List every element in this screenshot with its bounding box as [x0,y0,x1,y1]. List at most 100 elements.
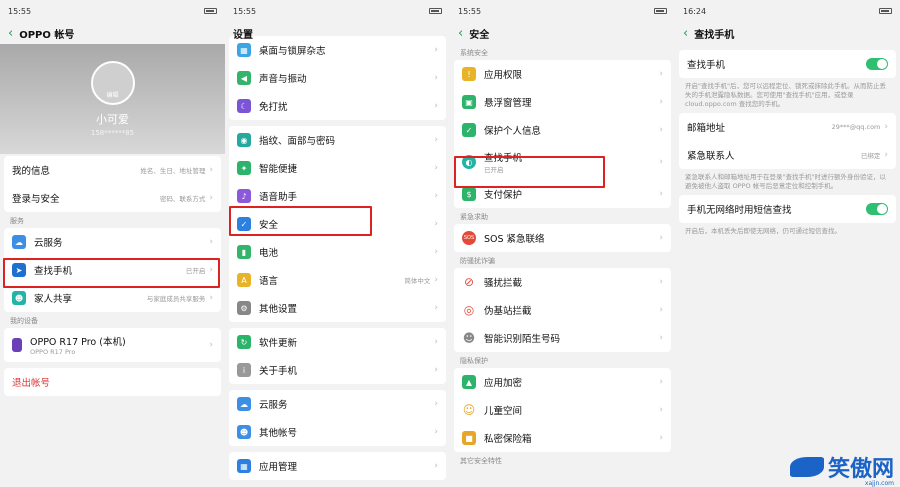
find-phone-toggle[interactable] [866,58,888,70]
row-app-permission[interactable]: ! 应用权限 › [454,60,671,88]
logout-button[interactable]: 退出帐号 [4,368,221,396]
row-my-info[interactable]: 我的信息 姓名、生日、地址管理 › [4,156,221,184]
watermark-url: xajjn.com [864,480,894,487]
avatar-edit-label[interactable]: 编辑 [106,90,118,99]
row-language[interactable]: A 语言 简体中文 › [229,266,446,294]
payment-shield-icon: $ [462,187,476,201]
highlight-box [229,206,372,236]
row-emergency-contact[interactable]: 紧急联系人 已绑定 › [679,141,896,169]
title-bar: ‹ 安全 [450,22,675,44]
row-fingerprint[interactable]: ◉ 指纹、面部与密码 › [229,126,446,154]
row-family[interactable]: ☻ 家人共享 与家庭成员共享服务 › [4,284,221,312]
device-name: OPPO R17 Pro (本机) [30,337,126,348]
person-icon: ☻ [462,331,476,345]
chevron-right-icon: › [434,337,438,347]
speaker-icon: ◀ [237,71,251,85]
back-icon[interactable]: ‹ [458,27,463,40]
row-label: 声音与振动 [259,74,307,85]
row-floating-window[interactable]: ▣ 悬浮窗管理 › [454,88,671,116]
chevron-right-icon: › [434,303,438,313]
screen-settings: 15:55 设置 ▦ 桌面与锁屏杂志 › ◀ 声音与振动 › ☾ 免打扰 › ◉ 指纹、面部与… [225,0,450,487]
battery-icon [654,8,667,14]
chevron-right-icon: › [434,101,438,111]
row-accounts[interactable]: ☻ 其他帐号 › [229,418,446,446]
row-label: 支付保护 [484,190,523,201]
chevron-right-icon: › [659,69,663,79]
moon-icon: ☾ [237,99,251,113]
row-label: 智能识别陌生号码 [484,334,561,345]
row-sound[interactable]: ◀ 声音与振动 › [229,64,446,92]
chevron-right-icon: › [434,461,438,471]
row-dnd[interactable]: ☾ 免打扰 › [229,92,446,120]
page-title: OPPO 帐号 [19,29,75,41]
row-app-manage[interactable]: ▦ 应用管理 › [229,452,446,480]
row-label: 关于手机 [259,366,298,377]
row-label: 我的信息 [12,166,51,177]
chevron-right-icon: › [659,157,663,167]
battery-icon [204,8,217,14]
status-bar: 16:24 [675,0,900,22]
back-icon[interactable]: ‹ [8,27,13,40]
status-time: 16:24 [683,6,707,16]
back-icon[interactable]: ‹ [683,27,688,40]
row-privacy[interactable]: ✓ 保护个人信息 › [454,116,671,144]
row-value: 已绑定 [860,152,881,161]
row-value: 与家庭成员共享服务 [146,295,206,303]
row-email[interactable]: 邮箱地址 29***@qq.com › [679,113,896,141]
row-label: 其他设置 [259,304,298,315]
screen-find-phone: 16:24 ‹ 查找手机 查找手机 开启"查找手机"后，您可以远程定位、锁死或抹除… [675,0,900,487]
page-title: 设置 [233,29,253,41]
row-fake-station[interactable]: ◎ 伪基站拦截 › [454,296,671,324]
row-label: 语音助手 [259,192,298,203]
microphone-icon: ♪ [237,189,251,203]
chevron-right-icon: › [659,377,663,387]
user-phone: 158******85 [90,129,135,137]
row-find-toggle[interactable]: 查找手机 [679,50,896,78]
row-other-settings[interactable]: ⚙ 其他设置 › [229,294,446,322]
status-bar: 15:55 [0,0,225,22]
row-label: 应用权限 [484,70,523,81]
cloud-icon: ☁ [237,397,251,411]
row-value: 29***@qq.com [831,123,881,132]
row-kids-space[interactable]: ☺ 儿童空间 › [454,396,671,424]
row-desktop[interactable]: ▦ 桌面与锁屏杂志 › [229,36,446,64]
row-sos[interactable]: SOS SOS 紧急联络 › [454,224,671,252]
avatar[interactable]: 编辑 [90,61,135,105]
row-caller-id[interactable]: ☻ 智能识别陌生号码 › [454,324,671,352]
status-time: 15:55 [8,6,32,16]
chevron-right-icon: › [659,333,663,343]
row-label: 邮箱地址 [687,123,726,135]
section-header: 紧急求助 [460,213,488,221]
screen-security: 15:55 ‹ 安全 系统安全 ! 应用权限 › ▣ 悬浮窗管理 › ✓ 保护个人信息 › ◐… [450,0,675,487]
row-sms-find[interactable]: 手机无网络时用短信查找 [679,195,896,223]
info-icon: i [237,363,251,377]
row-label: 电池 [259,248,279,259]
row-block[interactable]: ⊘ 骚扰拦截 › [454,268,671,296]
chevron-right-icon: › [434,275,438,285]
row-cloud[interactable]: ☁ 云服务 › [4,228,221,256]
chevron-right-icon: › [659,97,663,107]
sms-description: 开启后，本机丢失后即使无网络，仍可通过短信查找。 [685,227,841,236]
screen-account: 15:55 ‹ OPPO 帐号 编辑 小可爱 158******85 我的信息 姓名… [0,0,225,487]
sos-icon: SOS [462,231,476,245]
row-smart[interactable]: ✦ 智能便捷 › [229,154,446,182]
row-battery[interactable]: ▮ 电池 › [229,238,446,266]
apps-icon: ▦ [237,459,251,473]
chevron-right-icon: › [209,293,213,303]
sms-find-toggle[interactable] [866,203,888,216]
row-safe-box[interactable]: ■ 私密保险箱 › [454,424,671,452]
window-icon: ▣ [462,95,476,109]
section-header: 服务 [10,217,24,225]
row-label: 家人共享 [34,294,73,305]
row-device[interactable]: OPPO R17 Pro (本机) OPPO R17 Pro › [4,328,221,362]
wallpaper-icon: ▦ [237,43,251,57]
safe-icon: ■ [462,431,476,445]
watermark-text: 笑傲网 [827,457,894,482]
row-label: SOS 紧急联络 [484,234,545,245]
row-about[interactable]: i 关于手机 › [229,356,446,384]
row-login-security[interactable]: 登录与安全 密码、联系方式 › [4,184,221,212]
row-label: 云服务 [259,400,288,411]
row-app-lock[interactable]: ▲ 应用加密 › [454,368,671,396]
row-update[interactable]: ↻ 软件更新 › [229,328,446,356]
row-cloud[interactable]: ☁ 云服务 › [229,390,446,418]
